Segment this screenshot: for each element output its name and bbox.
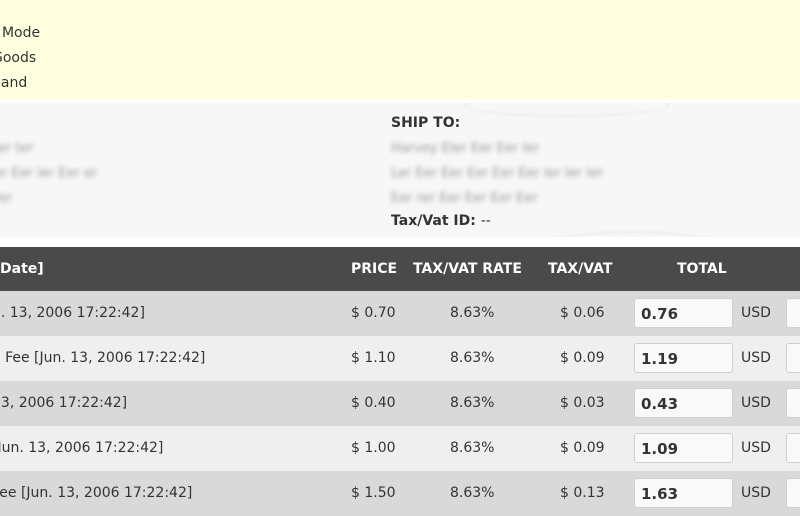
table-row: n. 13, 2006 17:22:42] $ 0.70 8.63% $ 0.0… (0, 291, 800, 336)
row-tax: $ 0.06 (560, 305, 605, 321)
ship-to-line: Eer rer Eer Eer Eer Eer (391, 191, 538, 206)
row-description: [Jun. 13, 2006 17:22:42] (0, 440, 164, 456)
order-info-line: Goods (0, 50, 37, 66)
column-header-tax: TAX/VAT (548, 261, 613, 277)
order-info-line: 2 (0, 0, 1, 16)
tax-vat-id: Tax/Vat ID: -- (391, 213, 491, 229)
row-price: $ 0.70 (351, 305, 396, 321)
row-total-input[interactable]: 1.09 (634, 433, 733, 463)
row-tax-rate: 8.63% (450, 350, 495, 366)
table-header: Date] PRICE TAX/VAT RATE TAX/VAT TOTAL (0, 247, 800, 291)
row-tax: $ 0.09 (560, 440, 605, 456)
bill-to-line: er Eer ler Eer er (0, 166, 98, 181)
row-tax-rate: 8.63% (450, 395, 495, 411)
row-currency: USD (741, 305, 771, 321)
row-action-button[interactable] (786, 388, 800, 418)
row-price: $ 1.50 (351, 485, 396, 501)
row-currency: USD (741, 440, 771, 456)
row-action-button[interactable] (786, 433, 800, 463)
row-price: $ 1.10 (351, 350, 396, 366)
row-tax-rate: 8.63% (450, 440, 495, 456)
stamp-watermark (540, 231, 724, 237)
order-info-panel: 2 t Mode Goods hand (0, 0, 800, 99)
tax-vat-id-value: -- (480, 213, 491, 229)
tax-vat-id-label: Tax/Vat ID: (391, 213, 476, 229)
row-price: $ 0.40 (351, 395, 396, 411)
row-tax: $ 0.13 (560, 485, 605, 501)
stamp-watermark (465, 103, 669, 117)
address-section: ier ter er Eer ler Eer er rer SHIP TO: H… (0, 103, 800, 237)
row-total-input[interactable]: 0.43 (634, 388, 733, 418)
row-action-button[interactable] (786, 298, 800, 328)
ship-to-line: Harvey Eler Eer Eer ler (391, 141, 540, 156)
bill-to-line: ier ter (0, 141, 34, 156)
column-header-total: TOTAL (677, 261, 727, 277)
row-total-input[interactable]: 0.76 (634, 298, 733, 328)
row-total-input[interactable]: 1.63 (634, 478, 733, 508)
row-action-button[interactable] (786, 478, 800, 508)
table-row: 13, 2006 17:22:42] $ 0.40 8.63% $ 0.03 0… (0, 381, 800, 426)
row-action-button[interactable] (786, 343, 800, 373)
column-header-description: Date] (0, 261, 44, 277)
row-description: e Fee [Jun. 13, 2006 17:22:42] (0, 350, 206, 366)
row-currency: USD (741, 395, 771, 411)
column-header-tax-rate: TAX/VAT RATE (413, 261, 522, 277)
bill-to-line: rer (0, 191, 13, 206)
row-tax-rate: 8.63% (450, 485, 495, 501)
row-description: Fee [Jun. 13, 2006 17:22:42] (0, 485, 193, 501)
order-info-line: t Mode (0, 25, 41, 41)
row-tax: $ 0.09 (560, 350, 605, 366)
row-total-input[interactable]: 1.19 (634, 343, 733, 373)
table-row: Fee [Jun. 13, 2006 17:22:42] $ 1.50 8.63… (0, 471, 800, 516)
table-row: [Jun. 13, 2006 17:22:42] $ 1.00 8.63% $ … (0, 426, 800, 471)
row-price: $ 1.00 (351, 440, 396, 456)
order-info-line: hand (0, 75, 28, 91)
row-description: n. 13, 2006 17:22:42] (0, 305, 145, 321)
row-currency: USD (741, 485, 771, 501)
ship-to-line: Ler Eer Eer Eer Eer Eer ler ler ler (391, 166, 604, 181)
row-currency: USD (741, 350, 771, 366)
row-tax: $ 0.03 (560, 395, 605, 411)
column-header-price: PRICE (351, 261, 398, 277)
row-description: 13, 2006 17:22:42] (0, 395, 128, 411)
row-tax-rate: 8.63% (450, 305, 495, 321)
table-row: e Fee [Jun. 13, 2006 17:22:42] $ 1.10 8.… (0, 336, 800, 381)
ship-to-heading: SHIP TO: (391, 115, 461, 131)
